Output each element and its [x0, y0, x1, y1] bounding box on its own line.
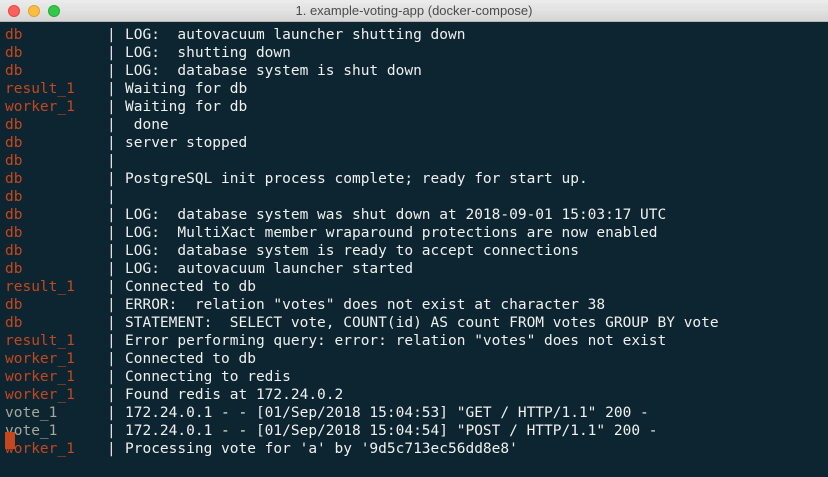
log-line: db |	[5, 188, 828, 206]
log-line: db |	[5, 152, 828, 170]
log-separator: |	[107, 315, 116, 331]
log-separator: |	[107, 27, 116, 43]
log-separator: |	[107, 369, 116, 385]
log-service-name: db	[5, 117, 23, 133]
log-separator: |	[107, 189, 116, 205]
log-separator: |	[107, 63, 116, 79]
log-separator: |	[107, 297, 116, 313]
log-message: done	[125, 117, 169, 133]
log-line: result_1 | Error performing query: error: …	[5, 332, 828, 350]
log-message: STATEMENT: SELECT vote, COUNT(id) AS cou…	[125, 315, 719, 331]
log-separator: |	[107, 279, 116, 295]
log-separator: |	[107, 207, 116, 223]
log-separator: |	[107, 171, 116, 187]
log-line: db | LOG: MultiXact member wraparound prot…	[5, 224, 828, 242]
log-message: LOG: MultiXact member wraparound protect…	[125, 225, 658, 241]
log-service-name: result_1	[5, 333, 75, 349]
log-message: LOG: shutting down	[125, 45, 291, 61]
log-message: Waiting for db	[125, 81, 248, 97]
log-message: Processing vote for 'a' by '9d5c713ec56d…	[125, 441, 518, 457]
log-line: db | LOG: database system was shut down at…	[5, 206, 828, 224]
log-message: 172.24.0.1 - - [01/Sep/2018 15:04:53] "G…	[125, 405, 649, 421]
log-line: worker_1 | Connecting to redis	[5, 368, 828, 386]
log-service-name: db	[5, 261, 23, 277]
log-separator: |	[107, 333, 116, 349]
log-message: Found redis at 172.24.0.2	[125, 387, 344, 403]
log-line: worker_1 | Connected to db	[5, 350, 828, 368]
log-line: db | LOG: database system is shut down	[5, 62, 828, 80]
log-service-name: db	[5, 171, 23, 187]
log-service-name: db	[5, 243, 23, 259]
terminal-cursor	[5, 432, 15, 449]
log-line: worker_1 | Waiting for db	[5, 98, 828, 116]
terminal-output[interactable]: db | LOG: autovacuum launcher shutting dow…	[5, 26, 828, 477]
terminal-window: 1. example-voting-app (docker-compose) d…	[0, 0, 828, 477]
log-line: db | LOG: autovacuum launcher started	[5, 260, 828, 278]
log-message: server stopped	[125, 135, 248, 151]
log-separator: |	[107, 423, 116, 439]
log-service-name: worker_1	[5, 369, 75, 385]
log-separator: |	[107, 441, 116, 457]
log-line: db | done	[5, 116, 828, 134]
log-message: ERROR: relation "votes" does not exist a…	[125, 297, 606, 313]
log-service-name: db	[5, 63, 23, 79]
log-message: Waiting for db	[125, 99, 248, 115]
window-title: 1. example-voting-app (docker-compose)	[295, 3, 533, 18]
log-separator: |	[107, 387, 116, 403]
log-separator: |	[107, 153, 116, 169]
log-service-name: db	[5, 297, 23, 313]
log-line: db | PostgreSQL init process complete; rea…	[5, 170, 828, 188]
log-service-name: worker_1	[5, 441, 75, 457]
log-separator: |	[107, 405, 116, 421]
log-message: Connected to db	[125, 351, 256, 367]
log-separator: |	[107, 225, 116, 241]
log-message: Error performing query: error: relation …	[125, 333, 667, 349]
log-service-name: db	[5, 225, 23, 241]
log-service-name: db	[5, 315, 23, 331]
log-separator: |	[107, 45, 116, 61]
log-message: 172.24.0.1 - - [01/Sep/2018 15:04:54] "P…	[125, 423, 658, 439]
log-message: LOG: database system is shut down	[125, 63, 422, 79]
log-line: db | LOG: autovacuum launcher shutting dow…	[5, 26, 828, 44]
log-message: LOG: autovacuum launcher shutting down	[125, 27, 466, 43]
log-service-name: vote_1	[5, 405, 58, 421]
log-service-name: worker_1	[5, 99, 75, 115]
log-line: db | LOG: database system is ready to acce…	[5, 242, 828, 260]
log-message: LOG: autovacuum launcher started	[125, 261, 414, 277]
log-service-name: worker_1	[5, 351, 75, 367]
log-service-name: db	[5, 189, 23, 205]
log-separator: |	[107, 99, 116, 115]
log-service-name: db	[5, 135, 23, 151]
log-service-name: db	[5, 27, 23, 43]
log-line: db | ERROR: relation "votes" does not exis…	[5, 296, 828, 314]
log-message: Connecting to redis	[125, 369, 291, 385]
log-message: Connected to db	[125, 279, 256, 295]
log-line: db | server stopped	[5, 134, 828, 152]
log-line: vote_1 | 172.24.0.1 - - [01/Sep/2018 15:04…	[5, 404, 828, 422]
log-line: result_1 | Waiting for db	[5, 80, 828, 98]
log-separator: |	[107, 261, 116, 277]
log-line: vote_1 | 172.24.0.1 - - [01/Sep/2018 15:04…	[5, 422, 828, 440]
log-message: PostgreSQL init process complete; ready …	[125, 171, 588, 187]
log-service-name: vote_1	[5, 423, 58, 439]
log-service-name: result_1	[5, 81, 75, 97]
log-service-name: db	[5, 207, 23, 223]
log-line: result_1 | Connected to db	[5, 278, 828, 296]
log-service-name: db	[5, 153, 23, 169]
log-message: LOG: database system is ready to accept …	[125, 243, 579, 259]
log-service-name: worker_1	[5, 387, 75, 403]
log-separator: |	[107, 243, 116, 259]
log-service-name: result_1	[5, 279, 75, 295]
log-message: LOG: database system was shut down at 20…	[125, 207, 667, 223]
log-separator: |	[107, 117, 116, 133]
log-separator: |	[107, 135, 116, 151]
log-line: db | STATEMENT: SELECT vote, COUNT(id) AS …	[5, 314, 828, 332]
log-separator: |	[107, 351, 116, 367]
log-separator: |	[107, 81, 116, 97]
log-line: worker_1 | Found redis at 172.24.0.2	[5, 386, 828, 404]
log-line: worker_1 | Processing vote for 'a' by '9d5…	[5, 440, 828, 458]
log-service-name: db	[5, 45, 23, 61]
log-line: db | LOG: shutting down	[5, 44, 828, 62]
title-bar[interactable]: 1. example-voting-app (docker-compose)	[0, 0, 828, 22]
